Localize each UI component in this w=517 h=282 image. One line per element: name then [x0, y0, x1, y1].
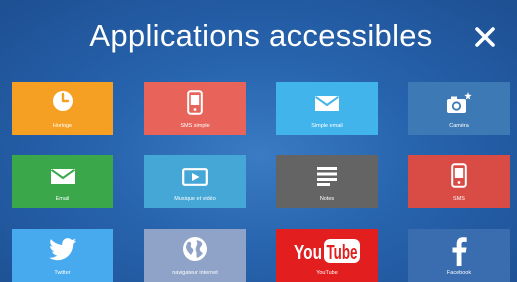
page-title: Applications accessibles	[89, 18, 433, 53]
notes-icon	[316, 166, 338, 186]
tile-facebook[interactable]: Facebook	[408, 229, 510, 282]
envelope-icon	[50, 169, 75, 184]
envelope-icon	[315, 96, 339, 111]
svg-text:Tube: Tube	[327, 242, 358, 264]
tile-label: Simple email	[311, 123, 343, 129]
play-icon	[182, 168, 208, 186]
tile-email[interactable]: Email	[12, 155, 113, 208]
header: Applications accessibles	[0, 0, 517, 80]
youtube-logo: You Tube	[292, 238, 362, 264]
tile-label: YouTube	[316, 270, 338, 276]
tile-sms-simple[interactable]: SMS simple	[144, 82, 246, 135]
tile-simple-email[interactable]: Simple email	[276, 82, 378, 135]
tile-label: Musique et vidéo	[174, 196, 216, 202]
tile-label: Caméra	[449, 123, 469, 129]
tile-label: Email	[55, 196, 70, 202]
tile-notes[interactable]: Notes	[276, 155, 378, 208]
tile-youtube[interactable]: You Tube YouTube	[276, 229, 378, 282]
tile-musique-video[interactable]: Musique et vidéo	[144, 155, 246, 208]
tile-sms[interactable]: SMS	[408, 155, 510, 208]
twitter-bird-icon	[48, 238, 77, 261]
svg-text:You: You	[294, 242, 322, 264]
tile-horloge[interactable]: Horloge	[12, 82, 113, 135]
tile-navigateur[interactable]: navigateur internet	[144, 229, 246, 282]
close-button[interactable]	[470, 22, 500, 52]
tile-label: Horloge	[52, 123, 73, 129]
tile-label: Notes	[319, 196, 335, 202]
tile-label: navigateur internet	[172, 270, 218, 276]
tile-label: SMS	[453, 196, 465, 202]
clock-icon	[52, 90, 74, 112]
phone-icon	[451, 163, 467, 188]
tile-twitter[interactable]: Twitter	[12, 229, 113, 282]
camera-icon	[445, 91, 473, 115]
globe-icon	[182, 236, 208, 262]
tile-label: SMS simple	[180, 123, 210, 129]
phone-icon	[187, 90, 203, 115]
tile-label: Twitter	[54, 270, 71, 276]
tile-label: Facebook	[446, 270, 472, 276]
close-icon	[475, 27, 495, 47]
facebook-icon	[451, 236, 467, 266]
tile-camera[interactable]: Caméra	[408, 82, 510, 135]
